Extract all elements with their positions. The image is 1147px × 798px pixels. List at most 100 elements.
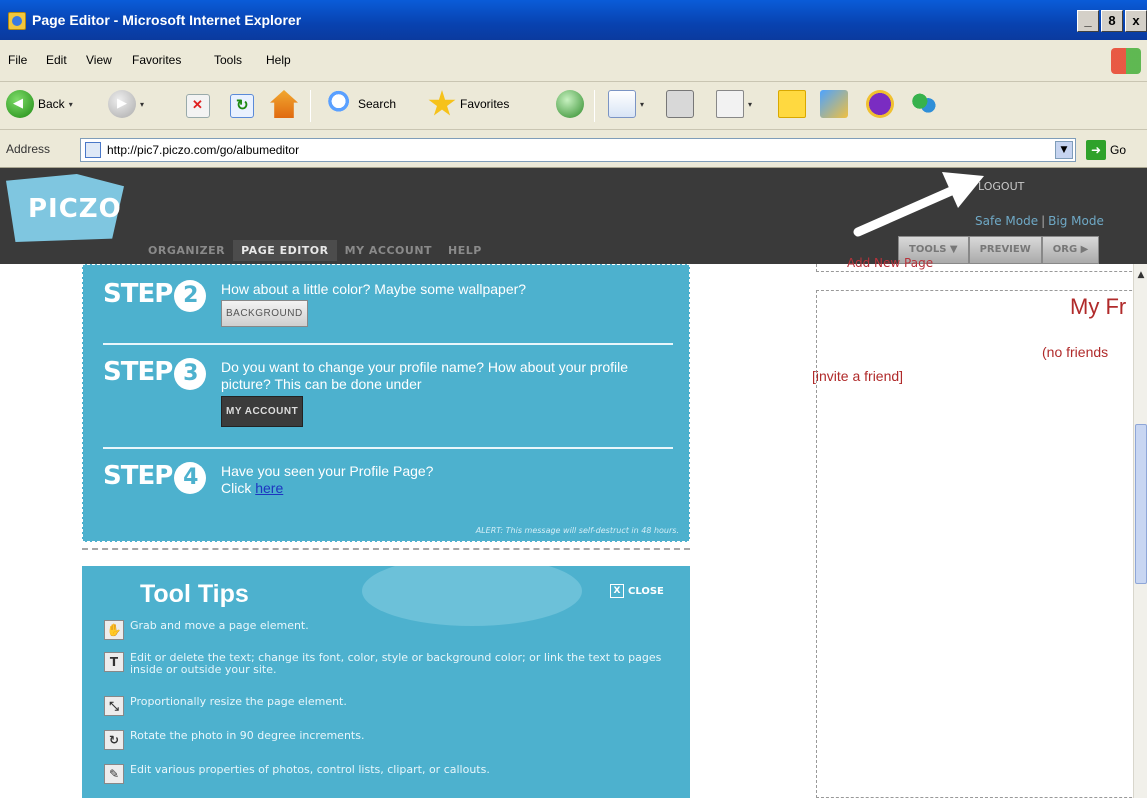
- refresh-button[interactable]: [230, 94, 254, 118]
- favorites-label: Favorites: [460, 97, 510, 111]
- media-button[interactable]: [556, 90, 584, 118]
- favorites-button[interactable]: Favorites: [428, 90, 509, 118]
- stop-icon: [186, 94, 210, 118]
- big-mode-link[interactable]: Big Mode: [1048, 214, 1104, 228]
- vertical-scrollbar[interactable]: ▲: [1133, 264, 1147, 798]
- ie-page-icon: [8, 12, 26, 30]
- tip-edit-text: T Edit or delete the text; change its fo…: [104, 652, 672, 676]
- notes-button[interactable]: [778, 90, 806, 118]
- address-dropdown-icon[interactable]: ▼: [1055, 141, 1073, 159]
- hand-grab-icon: ✋: [104, 620, 124, 640]
- scroll-thumb[interactable]: [1135, 424, 1147, 584]
- messenger-button[interactable]: [910, 90, 938, 118]
- refresh-icon: [230, 94, 254, 118]
- page-element-box[interactable]: Add New Page: [816, 256, 1147, 272]
- yahoo-messenger-button[interactable]: [866, 90, 894, 118]
- step-4-number: 4: [174, 462, 207, 494]
- step-word: STEP: [103, 279, 173, 309]
- print-icon: [666, 90, 694, 118]
- step-divider: [103, 447, 673, 449]
- menu-edit[interactable]: Edit: [46, 53, 67, 67]
- toolbar-separator: [594, 90, 595, 122]
- nav-my-account[interactable]: MY ACCOUNT: [337, 240, 440, 261]
- maximize-button[interactable]: 8: [1101, 10, 1123, 32]
- properties-icon: ✎: [104, 764, 124, 784]
- logo-text: PICZO: [28, 194, 122, 224]
- mail-icon: [608, 90, 636, 118]
- home-icon: [270, 90, 298, 118]
- steps-panel: STEP 2 How about a little color? Maybe so…: [82, 264, 690, 542]
- tip-move: ✋ Grab and move a page element.: [104, 620, 672, 640]
- my-account-button[interactable]: MY ACCOUNT: [221, 396, 304, 427]
- messenger-icon: [910, 90, 938, 118]
- print-button[interactable]: [666, 90, 694, 118]
- home-button[interactable]: [270, 90, 298, 118]
- tip-text: Grab and move a page element.: [130, 619, 309, 632]
- scroll-up-icon[interactable]: ▲: [1134, 268, 1147, 282]
- tip-text: Rotate the photo in 90 degree increments…: [130, 729, 365, 742]
- self-destruct-alert: ALERT: This message will self-destruct i…: [475, 526, 679, 535]
- piczo-header: PICZO LOGOUT Safe Mode | Big Mode ORGANIZE…: [0, 168, 1147, 264]
- profile-here-link[interactable]: here: [255, 480, 283, 496]
- invite-friend-link[interactable]: [invite a friend]: [812, 368, 903, 384]
- nav-help[interactable]: HELP: [440, 240, 490, 261]
- org-tab[interactable]: ORG ▶: [1041, 236, 1100, 264]
- edit-dropdown-icon[interactable]: ▾: [748, 100, 752, 109]
- menu-help[interactable]: Help: [266, 53, 291, 67]
- search-button[interactable]: Search: [326, 90, 396, 118]
- step-4-text-block: Have you seen your Profile Page? Click h…: [221, 463, 433, 497]
- forward-arrow-icon: [108, 90, 136, 118]
- logout-link[interactable]: LOGOUT: [978, 180, 1024, 193]
- menu-file[interactable]: File: [8, 53, 27, 67]
- piczo-nav: ORGANIZER PAGE EDITOR MY ACCOUNT HELP: [140, 240, 490, 261]
- menu-favorites[interactable]: Favorites: [132, 53, 181, 67]
- minimize-button[interactable]: _: [1077, 10, 1099, 32]
- edit-button[interactable]: ▾: [716, 90, 752, 118]
- menu-tools[interactable]: Tools: [214, 53, 242, 67]
- forward-button[interactable]: ▾: [108, 90, 144, 118]
- go-label: Go: [1110, 143, 1127, 157]
- step-4-click-line: Click here: [221, 480, 433, 497]
- safe-mode-link[interactable]: Safe Mode: [975, 214, 1038, 228]
- close-icon: X: [610, 584, 624, 598]
- background-button[interactable]: BACKGROUND: [221, 300, 308, 327]
- step-2-label: STEP 2: [103, 279, 207, 312]
- nav-page-editor[interactable]: PAGE EDITOR: [233, 240, 337, 261]
- mail-button[interactable]: ▾: [608, 90, 644, 118]
- step-3-text-block: Do you want to change your profile name?…: [221, 359, 669, 427]
- address-label: Address: [6, 142, 51, 156]
- msn-button[interactable]: [820, 90, 848, 118]
- step-3-label: STEP 3: [103, 357, 207, 390]
- menu-view[interactable]: View: [86, 53, 112, 67]
- panel-separator: [82, 548, 690, 550]
- go-arrow-icon: ➜: [1086, 140, 1106, 160]
- msn-icon: [820, 90, 848, 118]
- step-2-text: How about a little color? Maybe some wal…: [221, 281, 527, 297]
- preview-tab[interactable]: PREVIEW: [968, 236, 1042, 264]
- tool-tips-close-button[interactable]: X CLOSE: [610, 584, 664, 598]
- address-input[interactable]: http://pic7.piczo.com/go/albumeditor ▼: [80, 138, 1076, 162]
- step-divider: [103, 343, 673, 345]
- step-2-text-block: How about a little color? Maybe some wal…: [221, 281, 526, 327]
- back-dropdown-icon[interactable]: ▾: [69, 100, 73, 109]
- address-url[interactable]: http://pic7.piczo.com/go/albumeditor: [107, 143, 299, 157]
- close-button[interactable]: x: [1125, 10, 1147, 32]
- rotate-icon: ↻: [104, 730, 124, 750]
- close-label: CLOSE: [628, 585, 664, 597]
- piczo-logo[interactable]: PICZO: [6, 174, 126, 258]
- tool-tips-title: Tool Tips: [140, 580, 249, 608]
- search-icon: [326, 90, 354, 118]
- tip-text: Edit or delete the text; change its font…: [130, 651, 662, 676]
- nav-organizer[interactable]: ORGANIZER: [140, 240, 233, 261]
- friends-box[interactable]: [816, 290, 1147, 798]
- go-button[interactable]: ➜ Go: [1086, 140, 1126, 160]
- speech-bubble-decoration: [362, 566, 582, 626]
- add-new-page-link[interactable]: Add New Page: [847, 256, 933, 270]
- tip-resize: ⤡ Proportionally resize the page element…: [104, 696, 672, 716]
- forward-dropdown-icon[interactable]: ▾: [140, 100, 144, 109]
- resize-icon: ⤡: [104, 696, 124, 716]
- browser-toolbar: Back ▾ ▾ Search Favorites ▾ ▾: [0, 82, 1147, 130]
- mail-dropdown-icon[interactable]: ▾: [640, 100, 644, 109]
- stop-button[interactable]: [186, 94, 210, 118]
- back-button[interactable]: Back ▾: [6, 90, 73, 118]
